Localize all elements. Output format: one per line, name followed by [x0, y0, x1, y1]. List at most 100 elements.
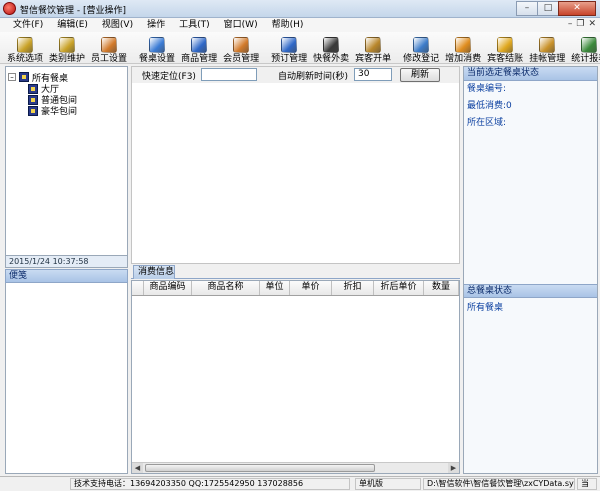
table-group-icon	[28, 105, 38, 116]
box-icon	[191, 37, 208, 53]
column-header-discount[interactable]: 折扣	[332, 281, 374, 295]
all-tables-status: 所有餐桌	[467, 303, 504, 313]
table-group-icon	[28, 94, 38, 105]
column-header-item-code[interactable]: 商品编码	[144, 281, 192, 295]
status-extra: 当	[577, 478, 597, 490]
toolbar-button-1[interactable]: 系统选项	[4, 32, 46, 64]
toolbar-button-label: 餐桌设置	[139, 54, 176, 64]
toolbar-button-3[interactable]: 员工设置	[88, 32, 130, 64]
total-table-status-title: 总餐桌状态	[464, 284, 597, 298]
area-field: 所在区域:	[467, 118, 507, 128]
toolbar-button-13[interactable]: 挂帐管理	[526, 32, 568, 64]
cart-icon	[455, 37, 472, 53]
refresh-button[interactable]: 刷新	[400, 68, 440, 82]
grid-header: 商品编码 商品名称 单位 单价 折扣 折后单价 数量	[132, 281, 459, 296]
toolbar-button-label: 宾客开单	[355, 54, 392, 64]
close-button[interactable]: ✕	[558, 1, 596, 16]
toolbar-button-label: 快餐外卖	[313, 54, 350, 64]
toolbar-button-label: 员工设置	[91, 54, 128, 64]
menu-file[interactable]: 文件(F)	[6, 18, 50, 32]
column-header-item-name[interactable]: 商品名称	[192, 281, 260, 295]
toolbar-button-label: 宾客结账	[487, 54, 524, 64]
auto-refresh-input[interactable]: 30	[354, 68, 392, 81]
toolbar-button-11[interactable]: 增加消费	[442, 32, 484, 64]
phone-icon	[323, 37, 340, 53]
toolbar-button-6[interactable]: 会员管理	[220, 32, 262, 64]
tree-root-node[interactable]: – 所有餐桌	[8, 71, 125, 84]
table-number-field: 餐桌编号:	[467, 84, 507, 94]
maximize-button[interactable]: □	[537, 1, 559, 16]
column-header-price[interactable]: 单价	[290, 281, 332, 295]
package-icon	[365, 37, 382, 53]
quick-bar: 快速定位(F3) 自动刷新时间(秒) 30 刷新	[132, 67, 459, 83]
window-title: 智信餐饮管理 - [营业操作]	[20, 6, 126, 16]
menu-tools[interactable]: 工具(T)	[172, 18, 217, 32]
menu-window[interactable]: 窗口(W)	[217, 18, 265, 32]
table-status-panel: 当前选定餐桌状态 餐桌编号: 最低消费:0 所在区域: 总餐桌状态 所有餐桌	[463, 66, 598, 474]
table-group-icon	[19, 72, 29, 82]
column-header-unit[interactable]: 单位	[260, 281, 290, 295]
menu-bar: 文件(F) 编辑(E) 视图(V) 操作 工具(T) 窗口(W) 帮助(H) –…	[0, 18, 600, 32]
tree-item-deluxe-room[interactable]: 豪华包间	[8, 105, 125, 117]
menu-help[interactable]: 帮助(H)	[265, 18, 311, 32]
toolbar-button-7[interactable]: 预订管理	[268, 32, 310, 64]
auto-refresh-label: 自动刷新时间(秒)	[278, 72, 349, 82]
mdi-controls: – ❐ ✕	[568, 19, 596, 29]
scroll-left-icon[interactable]: ◀	[132, 463, 143, 473]
toolbar-button-10[interactable]: 修改登记	[400, 32, 442, 64]
grid-row-indicator-header	[132, 281, 144, 295]
column-header-quantity[interactable]: 数量	[424, 281, 459, 295]
toolbar-button-9[interactable]: 宾客开单	[352, 32, 394, 64]
toolbar-button-14[interactable]: 统计报表	[568, 32, 600, 64]
tree-item-label: 豪华包间	[41, 107, 78, 117]
horizontal-scrollbar[interactable]: ◀ ▶	[132, 462, 459, 473]
toolbar-button-label: 商品管理	[181, 54, 218, 64]
tree-collapse-icon[interactable]: –	[8, 73, 16, 81]
toolbar-button-5[interactable]: 商品管理	[178, 32, 220, 64]
toolbar-button-4[interactable]: 餐桌设置	[136, 32, 178, 64]
toolbar-button-label: 系统选项	[7, 54, 44, 64]
current-table-status-title: 当前选定餐桌状态	[464, 67, 597, 81]
tab-consumption-info[interactable]: 消费信息	[133, 265, 175, 279]
user-icon	[233, 37, 250, 53]
mdi-close-button[interactable]: ✕	[588, 19, 596, 29]
mdi-minimize-button[interactable]: –	[568, 19, 573, 29]
left-panel: – 所有餐桌 大厅 普通包间 豪华包间 2015/1/24 10:37:58 便…	[5, 66, 128, 474]
table-icon	[149, 37, 166, 53]
column-header-discounted-price[interactable]: 折后单价	[374, 281, 424, 295]
toolbar-button-8[interactable]: 快餐外卖	[310, 32, 352, 64]
menu-edit[interactable]: 编辑(E)	[50, 18, 95, 32]
toolbar-button-label: 统计报表	[571, 54, 600, 64]
table-tree: – 所有餐桌 大厅 普通包间 豪华包间	[5, 66, 128, 256]
edition-label: 单机版	[355, 478, 421, 490]
toolbar-button-2[interactable]: 类别维护	[46, 32, 88, 64]
key-icon	[59, 37, 76, 53]
edit-icon	[413, 37, 430, 53]
book-icon	[281, 37, 298, 53]
table-group-icon	[28, 83, 38, 94]
consumption-grid: 商品编码 商品名称 单位 单价 折扣 折后单价 数量 ◀ ▶	[131, 280, 460, 474]
minimize-button[interactable]: –	[516, 1, 538, 16]
window-controls: – □ ✕	[516, 1, 596, 16]
toolbar-button-label: 修改登记	[403, 54, 440, 64]
minimum-spend-field: 最低消费:0	[467, 101, 512, 111]
memo-textarea[interactable]	[5, 283, 128, 474]
support-contact: 技术支持电话：13694203350 QQ:1725542950 1370288…	[70, 478, 350, 490]
user-icon	[101, 37, 118, 53]
app-logo-icon	[3, 2, 16, 15]
menu-view[interactable]: 视图(V)	[95, 18, 140, 32]
quick-locate-input[interactable]	[201, 68, 257, 81]
toolbar-button-label: 增加消费	[445, 54, 482, 64]
mdi-restore-button[interactable]: ❐	[576, 19, 584, 29]
chart-icon	[581, 37, 598, 53]
toolbar-button-label: 会员管理	[223, 54, 260, 64]
toolbar-button-label: 预订管理	[271, 54, 308, 64]
status-bar: 技术支持电话：13694203350 QQ:1725542950 1370288…	[0, 476, 600, 491]
quick-locate-label: 快速定位(F3)	[142, 72, 196, 82]
menu-operation[interactable]: 操作	[140, 18, 172, 32]
scroll-right-icon[interactable]: ▶	[448, 463, 459, 473]
coin-icon	[497, 37, 514, 53]
toolbar-button-12[interactable]: 宾客结账	[484, 32, 526, 64]
scrollbar-thumb[interactable]	[145, 464, 375, 472]
memo-title: 便笺	[5, 269, 128, 283]
